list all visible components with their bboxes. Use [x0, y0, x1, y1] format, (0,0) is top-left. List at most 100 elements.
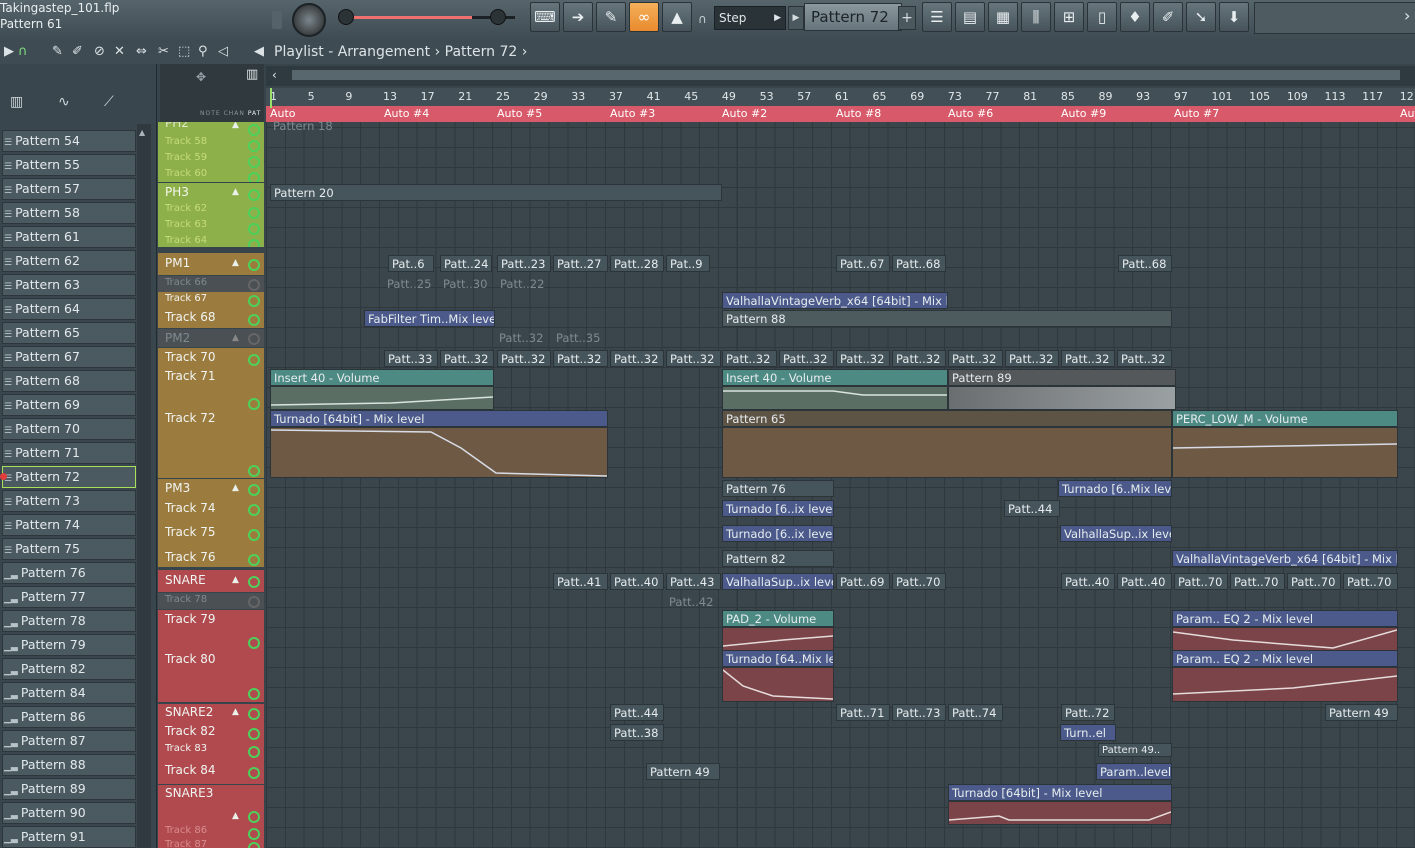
delete-icon[interactable]: ⊘: [94, 44, 105, 59]
track-66[interactable]: Track 66: [158, 276, 264, 292]
waveform-icon[interactable]: ∿: [58, 94, 70, 110]
pen-icon[interactable]: ✎: [596, 2, 626, 32]
track-enable-icon[interactable]: [248, 279, 260, 291]
automation-curve[interactable]: [270, 386, 494, 410]
track-enable-icon[interactable]: [248, 295, 260, 307]
pattern-list-item[interactable]: ▁▃ Pattern 90: [2, 802, 136, 824]
automation-clip[interactable]: Turnado [6..ix level: [722, 525, 834, 542]
automation-clip[interactable]: Turnado [64bit] - Mix level: [270, 410, 608, 427]
tool-icon[interactable]: ✐: [1153, 2, 1183, 32]
track-enable-icon[interactable]: [248, 259, 260, 271]
automation-marker[interactable]: Auto #4: [384, 106, 429, 122]
pattern-list-item[interactable]: ▁▃ Pattern 87: [2, 730, 136, 752]
pattern-list-item[interactable]: ☰ Pattern 65: [2, 322, 136, 344]
brush-icon[interactable]: ✐: [72, 44, 83, 59]
automation-marker[interactable]: Auto #2: [722, 106, 767, 122]
track-enable-icon[interactable]: [248, 140, 260, 152]
pattern-clip[interactable]: Pattern 18: [270, 118, 370, 135]
track-enable-icon[interactable]: [248, 576, 260, 588]
track-enable-icon[interactable]: [248, 223, 260, 235]
pattern-list-item[interactable]: ☰ Pattern 73: [2, 490, 136, 512]
browser-icon[interactable]: ⊞: [1054, 2, 1084, 32]
pattern-list-item[interactable]: ▁▃ Pattern 89: [2, 778, 136, 800]
track-snare3-group[interactable]: SNARE3 ▲ Track 86 Track 87: [158, 785, 264, 848]
track-67[interactable]: Track 67: [158, 292, 264, 308]
pattern-clip[interactable]: Pattern 49..: [1098, 743, 1172, 757]
pattern-list-item[interactable]: ▁▃ Pattern 76: [2, 562, 136, 584]
pattern-list-item[interactable]: ☰ Pattern 70: [2, 418, 136, 440]
track-68[interactable]: Track 68: [158, 308, 264, 328]
automation-marker[interactable]: Auto: [1400, 106, 1415, 122]
pattern-clip[interactable]: Patt..32: [1061, 350, 1115, 367]
slider-handle[interactable]: [338, 9, 354, 25]
pattern-list-item[interactable]: ☰ Pattern 58: [2, 202, 136, 224]
pattern-clip[interactable]: Patt..32: [553, 350, 608, 367]
pattern-clip[interactable]: Patt..28: [610, 255, 664, 272]
lock-icon[interactable]: [272, 11, 282, 29]
audio-clip[interactable]: Pattern 88: [722, 310, 1172, 327]
automation-curve[interactable]: [722, 667, 834, 702]
mute-icon[interactable]: ✕: [114, 44, 125, 59]
export-icon[interactable]: ➘: [1186, 2, 1216, 32]
pattern-clip[interactable]: Patt..70: [1230, 573, 1285, 590]
pattern-clip[interactable]: Patt..74: [948, 704, 1003, 721]
track-enable-icon[interactable]: [248, 239, 260, 247]
playlist-icon[interactable]: ☰: [922, 2, 952, 32]
track-enable-icon[interactable]: [248, 314, 260, 326]
automation-icon[interactable]: ⟋: [104, 94, 114, 110]
collapse-icon[interactable]: ▲: [232, 187, 239, 197]
track-enable-icon[interactable]: [248, 708, 260, 720]
pattern-list-item[interactable]: ☰ Pattern 63: [2, 274, 136, 296]
collapse-icon[interactable]: ▲: [232, 707, 239, 717]
plugin-icon[interactable]: ♦: [1120, 2, 1150, 32]
pitch-knob[interactable]: [490, 9, 506, 25]
breadcrumb-pattern[interactable]: Pattern 72: [445, 44, 518, 60]
typing-keyboard-icon[interactable]: ⌨: [530, 2, 560, 32]
pattern-clip[interactable]: Patt..41: [553, 573, 608, 590]
pattern-clip[interactable]: Pattern 20: [270, 184, 722, 201]
automation-curve[interactable]: [722, 627, 834, 651]
pattern-clip[interactable]: Patt..32: [892, 350, 946, 367]
pattern-clip[interactable]: Patt..40: [1117, 573, 1172, 590]
pattern-list-item[interactable]: ☰ Pattern 62: [2, 250, 136, 272]
pattern-list-item[interactable]: ▁▃ Pattern 79: [2, 634, 136, 656]
automation-clip[interactable]: PAD_2 - Volume: [722, 610, 834, 627]
pattern-clip[interactable]: Patt..23: [497, 255, 551, 272]
track-enable-icon[interactable]: [248, 333, 260, 345]
master-volume-knob[interactable]: [292, 3, 326, 37]
track-enable-icon[interactable]: [248, 189, 260, 201]
automation-clip[interactable]: Turnado [6..ix level: [722, 500, 834, 517]
magnet-icon[interactable]: ∩: [18, 44, 28, 59]
track-enable-icon[interactable]: [248, 529, 260, 541]
pattern-clip[interactable]: Patt..40: [610, 573, 664, 590]
piano-roll-icon[interactable]: ▥: [10, 94, 23, 110]
track-pm2[interactable]: PM2 ▲: [158, 329, 264, 347]
track-78[interactable]: Track 78: [158, 593, 264, 609]
automation-clip[interactable]: ValhallaVintageVerb_x64 [64bit] - Mix le…: [1172, 550, 1398, 567]
pattern-list-item[interactable]: ☰ Pattern 72: [2, 466, 136, 488]
link-icon[interactable]: ∞: [629, 2, 659, 32]
pattern-clip[interactable]: Patt..73: [892, 704, 946, 721]
automation-curve[interactable]: [270, 427, 608, 478]
pattern-clip[interactable]: Patt..44: [1004, 500, 1060, 517]
pattern-selector[interactable]: Pattern 72: [804, 3, 902, 31]
pattern-list-item[interactable]: ☰ Pattern 57: [2, 178, 136, 200]
automation-curve[interactable]: [1172, 427, 1398, 478]
muted-pattern-clip[interactable]: Patt..25: [384, 276, 438, 293]
automation-clip[interactable]: Param.. EQ 2 - Mix level: [1172, 610, 1398, 627]
automation-clip[interactable]: ValhallaSup..ix level: [1060, 525, 1172, 542]
automation-curve[interactable]: [722, 386, 948, 410]
pattern-clip[interactable]: Patt..33: [384, 350, 438, 367]
automation-clip[interactable]: ValhallaVintageVerb_x64 [64bit] - Mix le…: [722, 292, 948, 309]
track-enable-icon[interactable]: [248, 746, 260, 758]
pattern-list-item[interactable]: ☰ Pattern 69: [2, 394, 136, 416]
pattern-clip[interactable]: Patt..67: [836, 255, 890, 272]
track-ph3-group[interactable]: PH3 ▲ Track 62 Track 63 Track 64: [158, 183, 264, 247]
muted-pattern-clip[interactable]: Patt..32: [496, 330, 552, 347]
pattern-clip[interactable]: Pat..6: [388, 255, 434, 272]
audio-clip[interactable]: Pattern 89: [948, 369, 1176, 386]
pattern-list-item[interactable]: ☰ Pattern 64: [2, 298, 136, 320]
track-70-72[interactable]: Track 70 Track 71 Track 72: [158, 348, 264, 478]
pattern-list-item[interactable]: ▁▃ Pattern 82: [2, 658, 136, 680]
automation-marker[interactable]: Auto #3: [610, 106, 655, 122]
